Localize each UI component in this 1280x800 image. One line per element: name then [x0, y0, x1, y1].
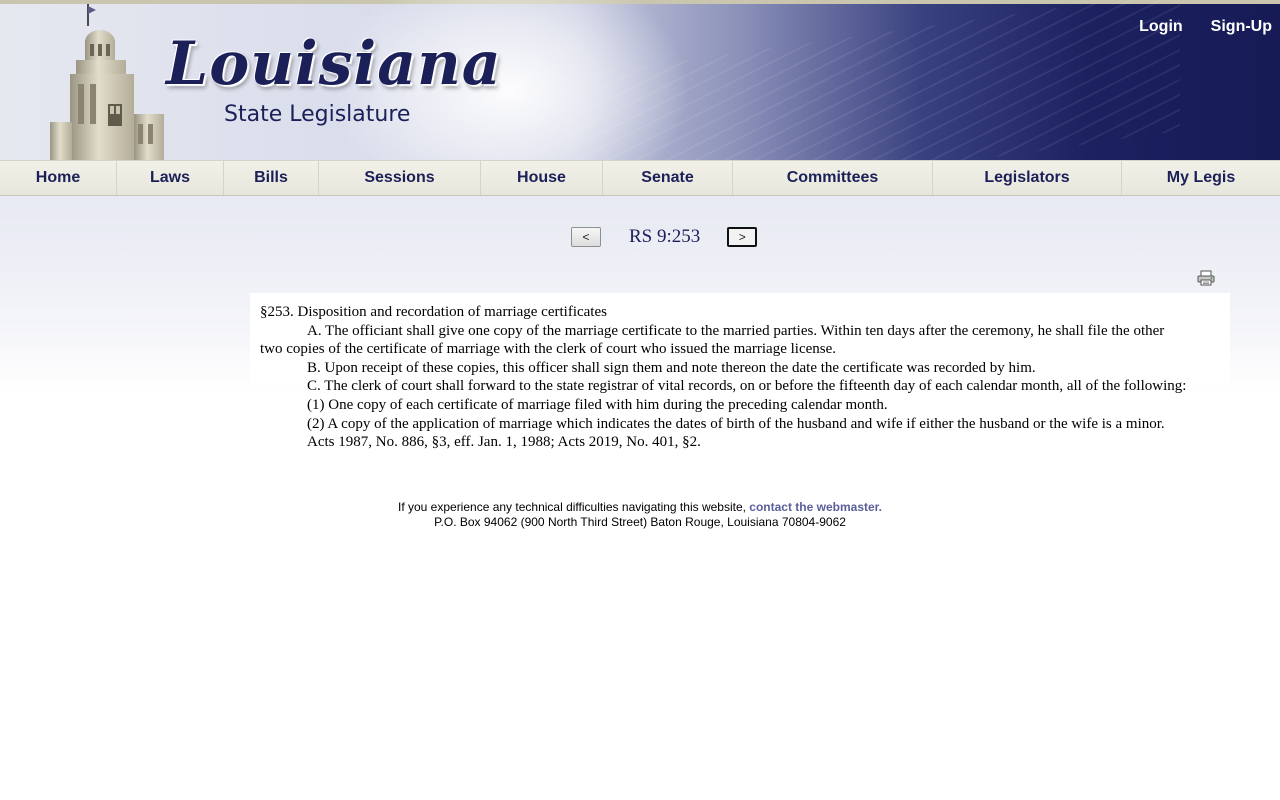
law-citation-title: RS 9:253 [629, 226, 701, 247]
footer-help-line: If you experience any technical difficul… [0, 500, 1280, 515]
nav-my-legis[interactable]: My Legis [1122, 161, 1280, 195]
footer-address: P.O. Box 94062 (900 North Third Street) … [434, 515, 846, 529]
law-pager: < RS 9:253 > [571, 226, 758, 247]
law-history-note: Acts 1987, No. 886, §3, eff. Jan. 1, 198… [307, 434, 701, 451]
nav-laws[interactable]: Laws [117, 161, 224, 195]
main-nav: Home Laws Bills Sessions House Senate Co… [0, 160, 1280, 196]
nav-sessions[interactable]: Sessions [319, 161, 481, 195]
law-heading: §253. Disposition and recordation of mar… [260, 304, 607, 320]
nav-house[interactable]: House [481, 161, 603, 195]
nav-committees[interactable]: Committees [733, 161, 933, 195]
header-account-links: Login Sign-Up [1139, 18, 1272, 36]
nav-legislators[interactable]: Legislators [933, 161, 1122, 195]
next-law-button[interactable]: > [727, 227, 758, 247]
law-paragraph: C. The clerk of court shall forward to t… [307, 378, 1187, 395]
login-link[interactable]: Login [1139, 18, 1183, 36]
law-paragraph: (2) A copy of the application of marriag… [307, 415, 1165, 432]
law-paragraph: B. Upon receipt of these copies, this of… [307, 359, 1036, 376]
capitol-building-image [50, 4, 164, 160]
law-paragraph: (1) One copy of each certificate of marr… [307, 396, 888, 413]
page-footer: If you experience any technical difficul… [0, 500, 1280, 530]
signup-link[interactable]: Sign-Up [1211, 18, 1272, 36]
printer-icon[interactable] [1197, 270, 1215, 286]
logo-subtitle: State Legislature [224, 102, 411, 127]
header-banner: Louisiana State Legislature Login Sign-U… [0, 0, 1280, 160]
logo-title: Louisiana [166, 29, 502, 99]
nav-bills[interactable]: Bills [224, 161, 319, 195]
law-document: §253. Disposition and recordation of mar… [260, 303, 1190, 452]
page: Louisiana State Legislature Login Sign-U… [0, 0, 1280, 800]
law-paragraph: A. The officiant shall give one copy of … [260, 322, 1165, 358]
contact-webmaster-link[interactable]: contact the webmaster. [749, 500, 882, 514]
nav-senate[interactable]: Senate [603, 161, 733, 195]
footer-help-text: If you experience any technical difficul… [397, 500, 750, 514]
previous-law-button[interactable]: < [571, 227, 601, 247]
nav-home[interactable]: Home [0, 161, 117, 195]
